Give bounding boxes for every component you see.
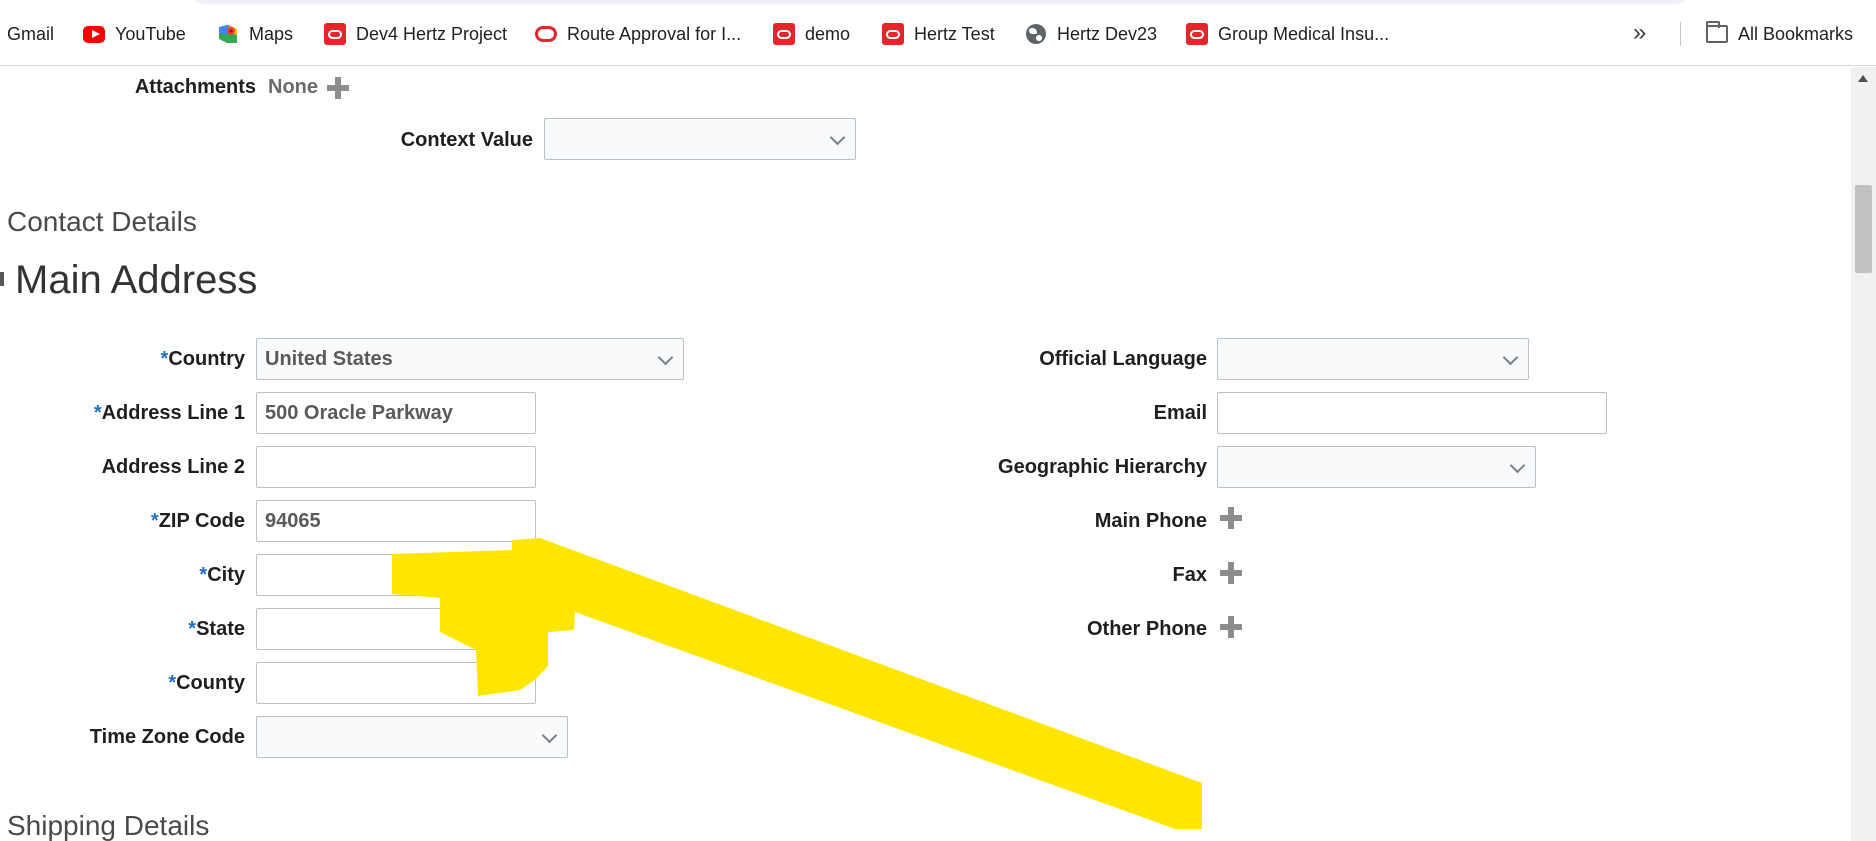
collapse-toggle-icon[interactable] bbox=[0, 272, 4, 286]
oracle-icon bbox=[1186, 23, 1208, 45]
chevron-down-icon bbox=[1509, 457, 1526, 474]
context-value-select[interactable] bbox=[544, 118, 856, 160]
add-other-phone-icon[interactable] bbox=[1220, 616, 1242, 638]
email-input[interactable] bbox=[1217, 392, 1607, 434]
add-fax-icon[interactable] bbox=[1220, 562, 1242, 584]
bookmark-youtube[interactable]: YouTube bbox=[83, 20, 186, 48]
state-input[interactable] bbox=[256, 608, 536, 650]
country-label: *Country bbox=[160, 348, 245, 370]
country-value: United States bbox=[265, 347, 393, 370]
attachments-label: Attachments bbox=[134, 76, 256, 98]
oracle-icon bbox=[773, 23, 795, 45]
bookmark-dev4-hertz-project[interactable]: Dev4 Hertz Project bbox=[324, 20, 507, 48]
address-line-1-input[interactable]: 500 Oracle Parkway bbox=[256, 392, 536, 434]
address-line-1-label: *Address Line 1 bbox=[93, 402, 245, 424]
county-label: *County bbox=[168, 672, 245, 694]
geographic-hierarchy-select[interactable] bbox=[1217, 446, 1536, 488]
bookmark-group-medical[interactable]: Group Medical Insu... bbox=[1186, 20, 1389, 48]
county-input[interactable] bbox=[256, 662, 536, 704]
shipping-details-heading: Shipping Details bbox=[7, 810, 210, 841]
all-bookmarks-button[interactable]: All Bookmarks bbox=[1706, 20, 1853, 48]
bookmark-label: Dev4 Hertz Project bbox=[356, 23, 508, 44]
other-phone-label: Other Phone bbox=[1086, 618, 1207, 640]
address-line-1-value: 500 Oracle Parkway bbox=[265, 401, 453, 424]
bookmarks-divider bbox=[1680, 22, 1681, 46]
city-input[interactable] bbox=[256, 554, 536, 596]
more-bookmarks-button[interactable]: » bbox=[1633, 20, 1657, 48]
oracle-icon bbox=[324, 23, 346, 45]
omnibox-edge bbox=[190, 0, 1690, 4]
scroll-up-arrow-icon[interactable] bbox=[1858, 75, 1868, 82]
add-main-phone-icon[interactable] bbox=[1220, 507, 1242, 529]
browser-window: Gmail YouTube Maps Dev4 Hertz Project Ro… bbox=[0, 0, 1876, 841]
bookmark-label: Gmail bbox=[7, 23, 55, 44]
chevron-down-icon bbox=[657, 349, 674, 366]
main-phone-label: Main Phone bbox=[1094, 510, 1207, 532]
all-bookmarks-label: All Bookmarks bbox=[1738, 23, 1854, 44]
bookmark-label: Hertz Dev23 bbox=[1057, 23, 1158, 44]
chevron-down-icon bbox=[829, 129, 846, 146]
main-address-heading: Main Address bbox=[15, 258, 258, 302]
official-language-select[interactable] bbox=[1217, 338, 1529, 380]
chevron-down-icon bbox=[541, 727, 558, 744]
bookmark-gmail[interactable]: Gmail bbox=[7, 20, 54, 48]
bookmark-label: Group Medical Insu... bbox=[1218, 23, 1390, 44]
bookmark-hertz-dev23[interactable]: Hertz Dev23 bbox=[1025, 20, 1157, 48]
contact-details-heading: Contact Details bbox=[7, 206, 197, 237]
oracle-outline-icon bbox=[535, 23, 557, 45]
country-select[interactable]: United States bbox=[256, 338, 684, 380]
bookmark-label: Hertz Test bbox=[914, 23, 995, 44]
youtube-icon bbox=[83, 23, 105, 45]
bookmark-label: Maps bbox=[249, 23, 294, 44]
context-value-label: Context Value bbox=[400, 129, 533, 151]
fax-label: Fax bbox=[1172, 564, 1207, 586]
time-zone-code-select[interactable] bbox=[256, 716, 568, 758]
globe-icon bbox=[1025, 23, 1047, 45]
state-label: *State bbox=[188, 618, 245, 640]
maps-icon bbox=[217, 23, 239, 45]
geographic-hierarchy-label: Geographic Hierarchy bbox=[998, 456, 1207, 478]
time-zone-code-label: Time Zone Code bbox=[89, 726, 245, 748]
vertical-scrollbar[interactable] bbox=[1851, 67, 1876, 841]
attachments-value: None bbox=[268, 76, 318, 98]
zip-code-input[interactable]: 94065 bbox=[256, 500, 536, 542]
bookmark-maps[interactable]: Maps bbox=[217, 20, 293, 48]
bookmark-label: demo bbox=[805, 23, 851, 44]
bookmark-label: Route Approval for I... bbox=[567, 23, 742, 44]
bookmark-hertz-test[interactable]: Hertz Test bbox=[882, 20, 995, 48]
zip-code-label: *ZIP Code bbox=[150, 510, 245, 532]
scrollbar-thumb[interactable] bbox=[1855, 185, 1872, 273]
email-label: Email bbox=[1153, 402, 1207, 424]
bookmark-demo[interactable]: demo bbox=[773, 20, 850, 48]
official-language-label: Official Language bbox=[1039, 348, 1207, 370]
bookmark-route-approval[interactable]: Route Approval for I... bbox=[535, 20, 741, 48]
address-line-2-input[interactable] bbox=[256, 446, 536, 488]
chevron-down-icon bbox=[1502, 349, 1519, 366]
add-attachment-icon[interactable] bbox=[327, 77, 349, 99]
address-line-2-label: Address Line 2 bbox=[101, 456, 245, 478]
bookmarks-bar: Gmail YouTube Maps Dev4 Hertz Project Ro… bbox=[0, 0, 1876, 66]
city-label: *City bbox=[199, 564, 245, 586]
folder-icon bbox=[1706, 21, 1728, 45]
zip-code-value: 94065 bbox=[265, 509, 321, 532]
bookmark-label: YouTube bbox=[115, 23, 186, 44]
oracle-icon bbox=[882, 23, 904, 45]
